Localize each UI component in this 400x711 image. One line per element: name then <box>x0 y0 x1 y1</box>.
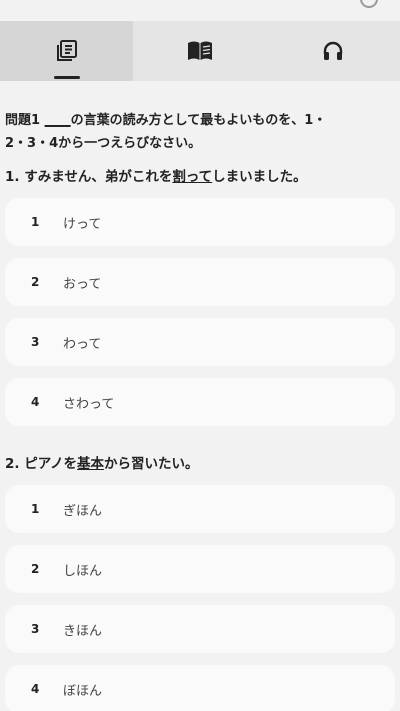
option-text: しほん <box>63 563 103 579</box>
option-text: わって <box>63 336 102 352</box>
instructions-line1: の言葉の読み方として最もよいものを、1・ <box>70 113 327 128</box>
headphones-icon <box>324 41 343 60</box>
instructions-prefix: 問題1 <box>5 113 45 128</box>
tab-bar <box>0 21 400 81</box>
option-text: さわって <box>63 396 115 412</box>
question-1-title: 1. すみません、弟がこれを割ってしまいました。 <box>5 167 395 187</box>
option-number: 1 <box>31 215 40 229</box>
option-number: 3 <box>31 622 40 636</box>
tab-reading[interactable] <box>133 21 266 81</box>
option-number: 4 <box>31 395 40 409</box>
option-text: おって <box>63 276 102 292</box>
question-text-after: から習いたい。 <box>104 456 199 472</box>
question-number: 2. <box>5 456 20 472</box>
settings-circle-icon[interactable] <box>360 0 378 8</box>
question-2-title: 2. ピアノを基本から習いたい。 <box>5 454 395 474</box>
question-text-before: ピアノを <box>24 456 78 472</box>
answer-option-4[interactable]: 4 さわって <box>5 378 395 426</box>
top-strip <box>0 0 400 21</box>
tab-vocabulary[interactable] <box>0 21 134 81</box>
option-number: 2 <box>31 562 40 576</box>
instructions: 問題1 ____の言葉の読み方として最もよいものを、1・ 2・3・4から一つえら… <box>5 109 395 155</box>
question-number: 1. <box>5 169 20 185</box>
answer-option-2[interactable]: 2 おって <box>5 258 395 306</box>
question-1: 1. すみません、弟がこれを割ってしまいました。 1 けって 2 おって 3 わ… <box>5 167 395 426</box>
option-number: 3 <box>31 335 40 349</box>
quiz-content: 問題1 ____の言葉の読み方として最もよいものを、1・ 2・3・4から一つえら… <box>0 109 400 711</box>
answer-option-2[interactable]: 2 しほん <box>5 545 395 593</box>
tab-listening[interactable] <box>267 21 400 81</box>
option-number: 1 <box>31 502 40 516</box>
answer-option-3[interactable]: 3 きほん <box>5 605 395 653</box>
option-number: 4 <box>31 682 40 696</box>
option-text: ぎほん <box>63 503 103 519</box>
answer-option-1[interactable]: 1 けって <box>5 198 395 246</box>
option-text: きほん <box>63 623 103 639</box>
option-number: 2 <box>31 275 40 289</box>
option-text: ぼほん <box>63 683 103 699</box>
option-text: けって <box>63 216 102 232</box>
answer-option-3[interactable]: 3 わって <box>5 318 395 366</box>
instructions-line2: 2・3・4から一つえらびなさい。 <box>5 136 202 151</box>
question-text-before: すみません、弟がこれを <box>24 169 173 185</box>
question-text-after: しまいました。 <box>212 169 307 185</box>
book-icon <box>187 41 212 60</box>
document-icon <box>56 40 77 61</box>
question-underlined-word: 基本 <box>77 456 105 472</box>
instructions-blank: ____ <box>44 113 71 128</box>
answer-option-4[interactable]: 4 ぼほん <box>5 665 395 711</box>
question-2: 2. ピアノを基本から習いたい。 1 ぎほん 2 しほん 3 きほん 4 ぼほん <box>5 454 395 711</box>
question-underlined-word: 割って <box>172 169 213 185</box>
answer-option-1[interactable]: 1 ぎほん <box>5 485 395 533</box>
